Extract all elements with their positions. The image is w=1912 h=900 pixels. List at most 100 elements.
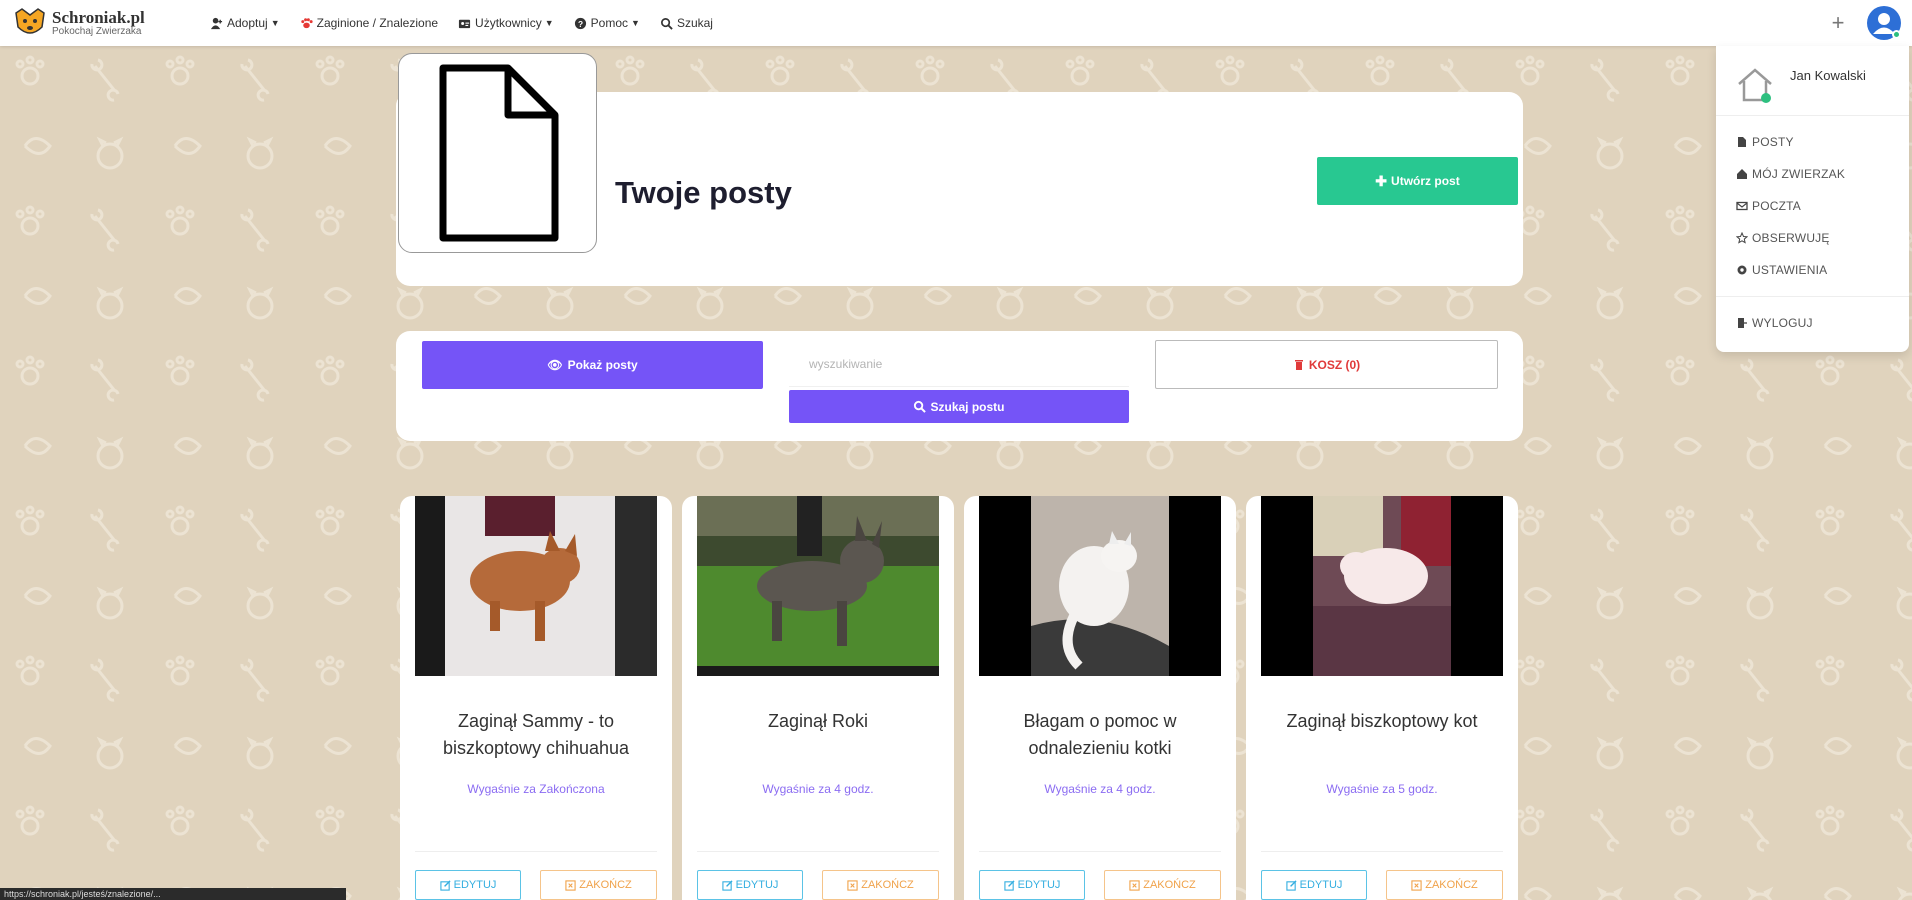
svg-text:?: ? xyxy=(578,18,583,28)
end-post-button[interactable]: ZAKOŃCZ xyxy=(540,870,657,900)
search-icon xyxy=(914,400,927,413)
post-expiry: Wygaśnie za 5 godz. xyxy=(1326,782,1438,796)
post-card: Błagam o pomoc w odnalezieniu kotki Wyga… xyxy=(964,496,1236,900)
cat-photo xyxy=(1261,496,1503,676)
nav-item-szukaj[interactable]: Szukaj xyxy=(660,16,713,30)
post-divider xyxy=(1261,851,1503,852)
nav-item-pomoc[interactable]: ? Pomoc ▼ xyxy=(574,16,640,30)
person-plus-icon xyxy=(210,17,223,29)
nav-right: + xyxy=(1820,5,1902,41)
menu-item-label: USTAWIENIA xyxy=(1752,263,1828,277)
caret-down-icon: ▼ xyxy=(544,18,554,28)
edit-post-button[interactable]: EDYTUJ xyxy=(415,870,521,900)
top-navbar: Schroniak.pl Pokochaj Zwierzaka Adoptuj … xyxy=(0,0,1912,46)
nav-item-label: Adoptuj xyxy=(227,16,268,30)
gear-icon xyxy=(1737,265,1747,275)
menu-item-label: WYLOGUJ xyxy=(1752,316,1813,330)
trash-label: KOSZ (0) xyxy=(1308,357,1361,372)
show-posts-label: Pokaż posty xyxy=(567,358,638,372)
search-posts-button[interactable]: Szukaj postu xyxy=(789,390,1129,423)
browser-status-bar: https://schroniak.pl/jesteś/znalezione/.… xyxy=(0,888,346,900)
edit-label: EDYTUJ xyxy=(1017,879,1061,891)
menu-item-poczta[interactable]: POCZTA xyxy=(1716,190,1909,222)
document-icon xyxy=(439,64,558,242)
home-icon xyxy=(1738,68,1772,103)
menu-item-ustawienia[interactable]: USTAWIENIA xyxy=(1716,254,1909,286)
edit-label: EDYTUJ xyxy=(1299,879,1343,891)
end-label: ZAKOŃCZ xyxy=(1143,879,1196,891)
logout-icon xyxy=(1738,318,1747,328)
menu-item-posty[interactable]: POSTY xyxy=(1716,126,1909,158)
file-icon xyxy=(1738,137,1746,147)
post-card: Zaginął biszkoptowy kot Wygaśnie za 5 go… xyxy=(1246,496,1518,900)
brand[interactable]: Schroniak.pl Pokochaj Zwierzaka xyxy=(12,5,182,41)
nav-item-label: Użytkownicy xyxy=(475,16,542,30)
close-square-icon xyxy=(847,879,858,891)
edit-icon xyxy=(1003,879,1015,891)
user-dropdown-menu: Jan Kowalski POSTY MÓJ ZWIERZAK POCZTA O… xyxy=(1716,46,1909,352)
trash-button[interactable]: KOSZ (0) xyxy=(1155,340,1498,389)
show-posts-button[interactable]: 👁 Pokaż posty xyxy=(422,341,763,389)
menu-item-label: POCZTA xyxy=(1752,199,1801,213)
edit-post-button[interactable]: EDYTUJ xyxy=(979,870,1085,900)
close-square-icon xyxy=(1411,879,1422,891)
post-image[interactable] xyxy=(697,496,939,676)
dog-photo xyxy=(697,496,939,676)
edit-post-button[interactable]: EDYTUJ xyxy=(697,870,803,900)
star-icon xyxy=(1736,232,1748,244)
end-label: ZAKOŃCZ xyxy=(861,879,914,891)
nav-item-label: Szukaj xyxy=(676,16,713,30)
dog-logo-icon xyxy=(15,8,45,34)
post-title: Zaginął Sammy - to biszkoptowy chihuahua xyxy=(442,711,630,758)
search-icon xyxy=(660,17,673,30)
user-name: Jan Kowalski xyxy=(1790,68,1866,83)
post-divider xyxy=(979,851,1221,852)
trash-icon xyxy=(1294,359,1303,370)
id-card-icon xyxy=(458,19,471,28)
menu-item-label: POSTY xyxy=(1752,135,1794,149)
page-title: Twoje posty xyxy=(615,175,792,210)
plus-icon: ✚ xyxy=(1375,172,1388,189)
edit-post-button[interactable]: EDYTUJ xyxy=(1261,870,1367,900)
edit-icon xyxy=(1285,879,1297,891)
menu-item-moj-zwierzak[interactable]: MÓJ ZWIERZAK xyxy=(1716,158,1909,190)
edit-icon xyxy=(721,879,733,891)
search-input[interactable] xyxy=(789,341,1129,387)
post-expiry: Wygaśnie za 4 godz. xyxy=(1044,782,1156,796)
post-card: Zaginął Roki Wygaśnie za 4 godz. EDYTUJ … xyxy=(682,496,954,900)
end-post-button[interactable]: ZAKOŃCZ xyxy=(1104,870,1221,900)
post-expiry: Wygaśnie za 4 godz. xyxy=(762,782,874,796)
home-icon xyxy=(1737,169,1747,179)
brand-subtitle: Pokochaj Zwierzaka xyxy=(52,26,142,37)
create-post-button[interactable]: ✚ Utwórz post xyxy=(1317,157,1518,205)
menu-item-obserwuje[interactable]: OBSERWUJĘ xyxy=(1716,222,1909,254)
nav-item-adoptuj[interactable]: Adoptuj ▼ xyxy=(210,16,280,30)
caret-down-icon: ▼ xyxy=(631,18,640,28)
avatar[interactable] xyxy=(1866,5,1902,41)
end-post-button[interactable]: ZAKOŃCZ xyxy=(1386,870,1503,900)
nav-item-uzytkownicy[interactable]: Użytkownicy ▼ xyxy=(458,16,554,30)
nav-item-label: Zaginione / Znalezione xyxy=(316,16,439,30)
post-expiry: Wygaśnie za Zakończona xyxy=(467,782,605,796)
nav-item-zaginione[interactable]: Zaginione / Znalezione xyxy=(300,16,438,30)
document-image-box xyxy=(398,53,597,253)
end-post-button[interactable]: ZAKOŃCZ xyxy=(822,870,939,900)
cat-photo xyxy=(979,496,1221,676)
eye-icon: 👁 xyxy=(547,358,563,372)
search-posts-label: Szukaj postu xyxy=(930,399,1005,414)
menu-divider xyxy=(1716,296,1909,297)
post-image[interactable] xyxy=(415,496,657,676)
close-square-icon xyxy=(565,879,576,891)
add-button[interactable]: + xyxy=(1820,5,1856,41)
question-icon: ? xyxy=(574,17,586,29)
user-dropdown-header: Jan Kowalski xyxy=(1716,46,1909,116)
close-square-icon xyxy=(1129,879,1140,891)
post-card: Zaginął Sammy - to biszkoptowy chihuahua… xyxy=(400,496,672,900)
edit-label: EDYTUJ xyxy=(453,879,497,891)
create-post-label: Utwórz post xyxy=(1391,174,1460,188)
caret-down-icon: ▼ xyxy=(270,18,280,28)
menu-item-wyloguj[interactable]: WYLOGUJ xyxy=(1716,307,1909,339)
post-image[interactable] xyxy=(979,496,1221,676)
post-image[interactable] xyxy=(1261,496,1503,676)
post-divider xyxy=(697,851,939,852)
